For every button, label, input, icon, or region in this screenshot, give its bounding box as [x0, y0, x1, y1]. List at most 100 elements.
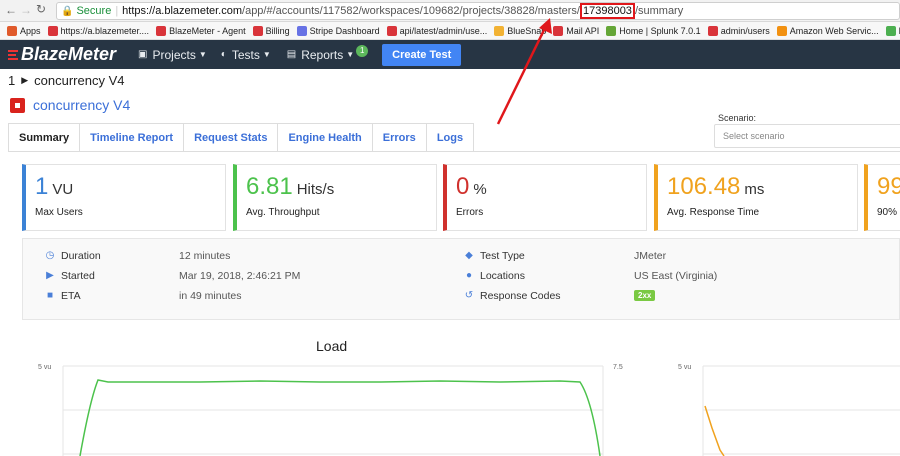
history-icon: ↺ [464, 290, 474, 301]
tab-engine-health[interactable]: Engine Health [278, 123, 373, 152]
nav-tests-label: Tests [231, 47, 260, 62]
kpi-card: 0% Errors [443, 164, 647, 231]
kpi-value: 106.48 [667, 173, 741, 200]
kpi-value-group: 6.81 Hits/s [246, 173, 334, 201]
bookmark-favicon-icon [386, 25, 397, 36]
bookmark-item[interactable]: Billing [252, 25, 290, 36]
nav-projects[interactable]: ▣ Projects ▼ [138, 48, 207, 62]
kpi-value: 0 [456, 173, 470, 200]
bookmark-label: Billing [265, 25, 290, 36]
breadcrumb-name[interactable]: concurrency V4 [34, 73, 124, 88]
browser-toolbar: ← → ↻ 🔒 Secure | https://a.blazemeter.co… [0, 0, 900, 22]
kpi-value: 99 [877, 173, 900, 200]
bookmark-item[interactable]: api/latest/admin/use... [386, 25, 488, 36]
kpi-label: Avg. Throughput [246, 207, 320, 218]
bookmark-label: BlazeMeter - Agent [169, 25, 246, 36]
kpi-label: Errors [456, 207, 484, 218]
reload-icon[interactable]: ↻ [36, 2, 46, 16]
kpi-value: 6.81 [246, 173, 293, 200]
bookmark-label: Amazon Web Servic... [789, 25, 879, 36]
tab-errors[interactable]: Errors [372, 123, 427, 152]
test-type-value: JMeter [634, 250, 667, 262]
kpi-value: 1 [35, 173, 49, 200]
secure-label: Secure [76, 5, 112, 17]
load-chart-grid [62, 365, 900, 456]
tab-logs[interactable]: Logs [426, 123, 475, 152]
started-value: Mar 19, 2018, 2:46:21 PM [179, 270, 301, 282]
bookmark-item[interactable]: admin/users [707, 25, 770, 36]
breadcrumb-index[interactable]: 1 [8, 73, 15, 88]
create-test-button[interactable]: Create Test [382, 43, 462, 66]
logo-mark-icon [8, 49, 18, 61]
duration-label: Duration [61, 250, 101, 262]
bookmark-favicon-icon [156, 25, 167, 36]
kpi-card: 106.48 ms Avg. Response Time [654, 164, 858, 231]
kpi-value-group: 106.48 ms [667, 173, 764, 201]
kpi-unit: % [473, 181, 487, 198]
test-type-row: ◆ Test Type [464, 250, 525, 262]
forward-icon[interactable]: → [20, 3, 32, 17]
response-codes-label: Response Codes [480, 290, 561, 302]
bookmark-label: Home | Splunk 7.0.1 [619, 25, 701, 36]
bookmark-favicon-icon [47, 25, 58, 36]
clock-icon: ◷ [45, 250, 55, 261]
bookmark-item[interactable]: https://a.blazemeter.... [47, 25, 150, 36]
kpi-value-group: 99 [877, 173, 900, 201]
nav-reports-label: Reports [301, 47, 344, 62]
chevron-down-icon: ▼ [346, 50, 355, 59]
breadcrumb: 1 ▶ concurrency V4 [8, 73, 124, 88]
test-title[interactable]: concurrency V4 [33, 97, 130, 113]
address-bar[interactable]: 🔒 Secure | https://a.blazemeter.com /app… [56, 2, 900, 20]
bookmark-item[interactable]: BlazeMeter - Agent [156, 25, 246, 36]
bookmark-label: https://a.blazemeter.... [60, 25, 150, 36]
kpi-unit: ms [744, 181, 765, 198]
projects-icon: ▣ [138, 49, 148, 60]
bookmark-favicon-icon [707, 25, 718, 36]
apps-grid-icon [7, 25, 17, 36]
tab-request-stats[interactable]: Request Stats [184, 123, 279, 152]
kpi-label: Avg. Response Time [667, 207, 760, 218]
bookmark-favicon-icon [296, 25, 307, 36]
response-codes-badge[interactable]: 2xx [634, 290, 656, 301]
locations-value: US East (Virginia) [634, 270, 718, 282]
chevron-down-icon: ▼ [262, 50, 271, 59]
test-type-label: Test Type [480, 250, 525, 262]
nav-reports[interactable]: ▤ Reports ▼ 1 [287, 44, 369, 62]
kpi-unit: VU [52, 181, 74, 198]
duration-value: 12 minutes [179, 250, 231, 262]
url-highlight: 17398003 [579, 3, 635, 19]
blazemeter-logo[interactable]: BlazeMeter [8, 44, 116, 65]
bookmark-item[interactable]: L [885, 25, 900, 36]
map-marker-icon: ● [465, 270, 473, 281]
tag-icon: ◆ [465, 250, 473, 261]
bookmark-item[interactable]: Apps [7, 25, 41, 36]
bookmark-item[interactable]: Amazon Web Servic... [776, 25, 879, 36]
back-icon[interactable]: ← [5, 3, 17, 17]
bookmark-item[interactable]: Mail API [553, 25, 599, 36]
nav-tests[interactable]: ◐ Tests ▼ [221, 48, 271, 62]
locations-label: Locations [480, 270, 525, 282]
caret-right-icon: ▶ [21, 75, 29, 85]
bookmark-label: api/latest/admin/use... [399, 25, 488, 36]
locations-row: ● Locations [464, 270, 525, 282]
kpi-card: 6.81 Hits/s Avg. Throughput [233, 164, 437, 231]
square-icon: ■ [46, 290, 54, 301]
tab-timeline-report[interactable]: Timeline Report [80, 123, 185, 152]
chevron-down-icon: ▼ [198, 50, 207, 59]
kpi-unit: Hits/s [296, 181, 335, 198]
tab-divider [8, 151, 900, 152]
scenario-select[interactable]: Select scenario [714, 124, 900, 148]
duration-row: ◷ Duration [45, 250, 101, 262]
bookmark-favicon-icon [606, 25, 617, 36]
bookmark-favicon-icon [252, 25, 263, 36]
stop-icon[interactable] [10, 97, 25, 113]
eta-value: in 49 minutes [179, 290, 242, 302]
kpi-card: 99 90% [864, 164, 900, 231]
bookmark-item[interactable]: Stripe Dashboard [296, 25, 380, 36]
url-host: https://a.blazemeter.com [122, 5, 243, 17]
tab-summary[interactable]: Summary [8, 123, 81, 152]
bookmark-item[interactable]: Home | Splunk 7.0.1 [606, 25, 701, 36]
nav-projects-label: Projects [152, 47, 196, 62]
annotation-arrow [496, 18, 552, 125]
response-codes-row: ↺ Response Codes [464, 290, 561, 302]
